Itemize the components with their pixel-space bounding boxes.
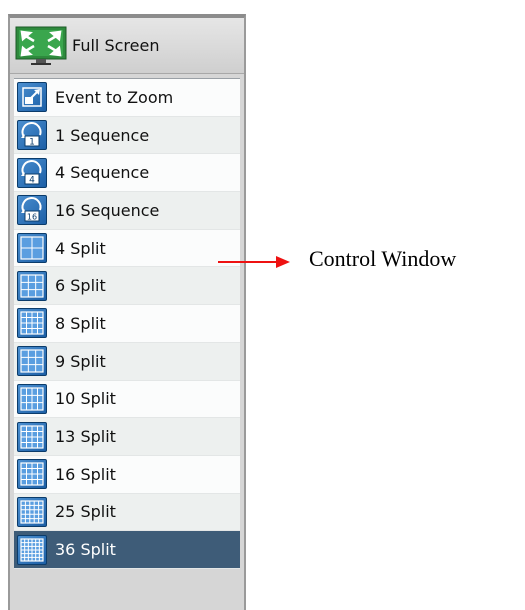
split-4-icon — [17, 233, 47, 264]
menu-item-label: 16 Sequence — [55, 200, 160, 220]
menu-item-label: 25 Split — [55, 502, 116, 522]
svg-text:4: 4 — [29, 175, 35, 185]
menu-item-label: 16 Split — [55, 464, 116, 484]
menu-item-split-13[interactable]: 13 Split — [14, 418, 240, 456]
menu-item-split-8[interactable]: 8 Split — [14, 305, 240, 343]
menu-item-event-zoom[interactable]: Event to Zoom — [14, 79, 240, 117]
full-screen-icon — [14, 26, 68, 66]
sequence-4-icon: 4 — [17, 157, 47, 188]
split-25-icon — [17, 496, 47, 527]
full-screen-button[interactable]: Full Screen — [10, 18, 244, 74]
menu-item-label: 6 Split — [55, 276, 106, 296]
view-mode-list: Event to Zoom 1 1 Sequence 4 4 Sequence 16 16 … — [14, 78, 240, 569]
menu-item-label: 13 Split — [55, 427, 116, 447]
split-8-icon — [17, 308, 47, 339]
svg-text:16: 16 — [27, 213, 37, 222]
menu-item-label: 4 Sequence — [55, 163, 150, 183]
menu-item-label: 9 Split — [55, 351, 106, 371]
menu-item-sequence-16[interactable]: 16 16 Sequence — [14, 192, 240, 230]
split-6-icon — [17, 270, 47, 301]
menu-item-split-6[interactable]: 6 Split — [14, 267, 240, 306]
split-16-icon — [17, 459, 47, 490]
svg-text:1: 1 — [29, 138, 35, 148]
control-window-panel: Full Screen Event to Zoom 1 1 Sequence 4 4 S… — [8, 14, 246, 610]
split-10-icon — [17, 383, 47, 414]
full-screen-label: Full Screen — [72, 36, 160, 55]
sequence-1-icon: 1 — [17, 120, 47, 151]
menu-item-sequence-4[interactable]: 4 4 Sequence — [14, 154, 240, 193]
menu-item-split-10[interactable]: 10 Split — [14, 380, 240, 419]
event-zoom-icon — [17, 82, 47, 113]
menu-item-split-4[interactable]: 4 Split — [14, 229, 240, 268]
menu-item-label: 4 Split — [55, 238, 106, 258]
menu-item-label: 8 Split — [55, 313, 106, 333]
split-13-icon — [17, 421, 47, 452]
split-9-icon — [17, 346, 47, 377]
annotation-label: Control Window — [309, 246, 457, 271]
split-36-icon — [17, 534, 47, 565]
menu-item-label: 1 Sequence — [55, 125, 150, 145]
menu-item-split-16[interactable]: 16 Split — [14, 455, 240, 494]
menu-item-split-9[interactable]: 9 Split — [14, 342, 240, 381]
menu-item-label: 10 Split — [55, 389, 116, 409]
menu-item-split-25[interactable]: 25 Split — [14, 493, 240, 532]
menu-item-label: 36 Split — [55, 540, 116, 560]
menu-item-label: Event to Zoom — [55, 87, 174, 107]
sequence-16-icon: 16 — [17, 195, 47, 226]
annotation-arrowhead — [276, 256, 290, 268]
menu-item-sequence-1[interactable]: 1 1 Sequence — [14, 116, 240, 155]
menu-item-split-36[interactable]: 36 Split — [14, 531, 240, 569]
